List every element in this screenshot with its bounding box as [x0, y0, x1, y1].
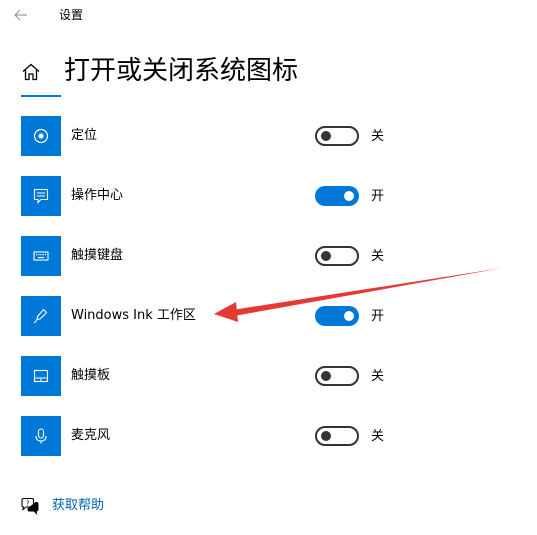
toggle-knob [321, 371, 331, 381]
keyboard-icon [33, 251, 49, 261]
help-chat-icon: ? [21, 497, 39, 515]
toggle-knob [344, 191, 354, 201]
arrow-left-icon [14, 9, 27, 21]
home-icon [22, 63, 40, 81]
microphone-toggle[interactable] [315, 426, 359, 446]
get-help-link[interactable]: ? 获取帮助 [20, 496, 104, 516]
location-icon [33, 128, 49, 144]
toggle-state-text: 开 [371, 309, 385, 324]
setting-row-location: 定位 关 [21, 116, 501, 156]
toggle-state-text: 关 [371, 249, 385, 264]
touchpad-tile [21, 356, 61, 396]
touchpad-toggle[interactable] [315, 366, 359, 386]
app-title: 设置 [59, 8, 84, 22]
action-center-toggle[interactable] [315, 186, 359, 206]
microphone-tile [21, 416, 61, 456]
toggle-knob [321, 131, 331, 141]
toggle-state-text: 关 [371, 369, 385, 384]
toggle-state-text: 开 [371, 189, 385, 204]
pen-icon [33, 308, 48, 324]
setting-label: 触摸板 [71, 368, 111, 383]
home-button[interactable] [19, 60, 43, 84]
action-center-tile [21, 176, 61, 216]
location-tile [21, 116, 61, 156]
toggle-knob [321, 431, 331, 441]
windows-ink-toggle[interactable] [315, 306, 359, 326]
active-indicator [21, 95, 61, 97]
setting-row-action-center: 操作中心 开 [21, 176, 501, 216]
page-title: 打开或关闭系统图标 [64, 56, 299, 86]
toggle-knob [344, 311, 354, 321]
toggle-state-text: 关 [371, 429, 385, 444]
setting-row-touch-keyboard: 触摸键盘 关 [21, 236, 501, 276]
action-center-icon [33, 188, 49, 204]
get-help-label: 获取帮助 [52, 498, 105, 513]
title-bar: 设置 [0, 0, 537, 32]
svg-text:?: ? [26, 499, 30, 507]
toggle-state-text: 关 [371, 129, 385, 144]
keyboard-tile [21, 236, 61, 276]
setting-row-windows-ink: Windows Ink 工作区 开 [21, 296, 501, 336]
setting-row-touchpad: 触摸板 关 [21, 356, 501, 396]
toggle-knob [321, 251, 331, 261]
touch-keyboard-toggle[interactable] [315, 246, 359, 266]
setting-label: 麦克风 [71, 428, 111, 443]
setting-label: 定位 [71, 128, 98, 143]
location-toggle[interactable] [315, 126, 359, 146]
setting-label: 触摸键盘 [71, 248, 124, 263]
pen-tile [21, 296, 61, 336]
setting-label: 操作中心 [71, 188, 124, 203]
touchpad-icon [33, 369, 49, 383]
setting-row-microphone: 麦克风 关 [21, 416, 501, 456]
microphone-icon [35, 428, 47, 444]
setting-label: Windows Ink 工作区 [71, 308, 196, 323]
back-button[interactable] [10, 5, 32, 25]
